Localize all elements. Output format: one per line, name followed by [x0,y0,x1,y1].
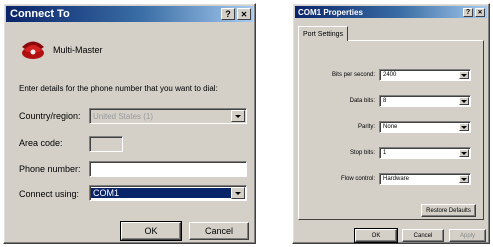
connect-using-select[interactable]: COM1 [89,185,247,201]
chevron-down-icon[interactable] [231,110,245,122]
help-button[interactable]: ? [221,8,235,20]
chevron-down-icon[interactable] [459,123,469,131]
flow-control-value: Hardware [383,176,410,182]
chevron-down-icon[interactable] [459,71,469,79]
parity-select[interactable]: None [379,121,471,133]
area-code-label: Area code: [19,138,63,148]
bits-per-second-label: Bits per second: [331,72,375,78]
com1-title: COM1 Properties [298,7,363,17]
phone-connection-icon [19,38,47,60]
chevron-down-icon[interactable] [459,97,469,105]
cancel-button[interactable]: Cancel [402,229,444,242]
connect-using-value: COM1 [91,188,233,198]
country-value: United States (1) [93,111,154,121]
connect-to-dialog: Connect To ? ✕ Multi-Master Enter detail… [3,3,256,244]
bits-per-second-value: 2400 [383,72,397,78]
chevron-down-icon[interactable] [459,149,469,157]
phone-number-input[interactable] [89,161,247,177]
chevron-down-icon[interactable] [459,175,469,183]
tab-label: Port Settings [303,30,344,38]
com1-properties-dialog: COM1 Properties ? ✕ Port Settings Bits p… [292,3,490,244]
parity-label: Parity: [357,124,375,130]
close-button[interactable]: ✕ [237,8,251,20]
connection-name: Multi-Master [53,45,103,55]
connect-to-titlebar[interactable]: Connect To ? ✕ [6,6,253,22]
area-code-input[interactable] [89,136,123,152]
stop-bits-label: Stop bits: [349,150,375,156]
parity-value: None [383,124,398,130]
com1-titlebar[interactable]: COM1 Properties ? ✕ [295,6,487,18]
cancel-button[interactable]: Cancel [189,222,249,240]
ok-button[interactable]: OK [354,228,398,243]
ok-button[interactable]: OK [120,221,182,241]
data-bits-label: Data bits: [349,98,375,104]
apply-button[interactable]: Apply [449,229,486,242]
flow-control-select[interactable]: Hardware [379,173,471,185]
stop-bits-value: 1 [383,150,387,156]
bits-per-second-select[interactable]: 2400 [379,69,471,81]
instruction-text: Enter details for the phone number that … [19,84,218,93]
restore-defaults-button[interactable]: Restore Defaults [421,204,476,217]
close-button[interactable]: ✕ [475,7,485,17]
data-bits-select[interactable]: 8 [379,95,471,107]
chevron-down-icon[interactable] [231,187,245,199]
flow-control-label: Flow control: [340,176,375,182]
connect-to-title: Connect To [10,8,70,20]
connect-using-label: Connect using: [19,189,80,199]
data-bits-value: 8 [383,98,387,104]
help-button[interactable]: ? [463,7,473,17]
country-label: Country/region: [19,111,81,121]
country-select[interactable]: United States (1) [89,108,247,124]
tab-port-settings[interactable]: Port Settings [298,26,349,41]
stop-bits-select[interactable]: 1 [379,147,471,159]
phone-number-label: Phone number: [19,164,81,174]
